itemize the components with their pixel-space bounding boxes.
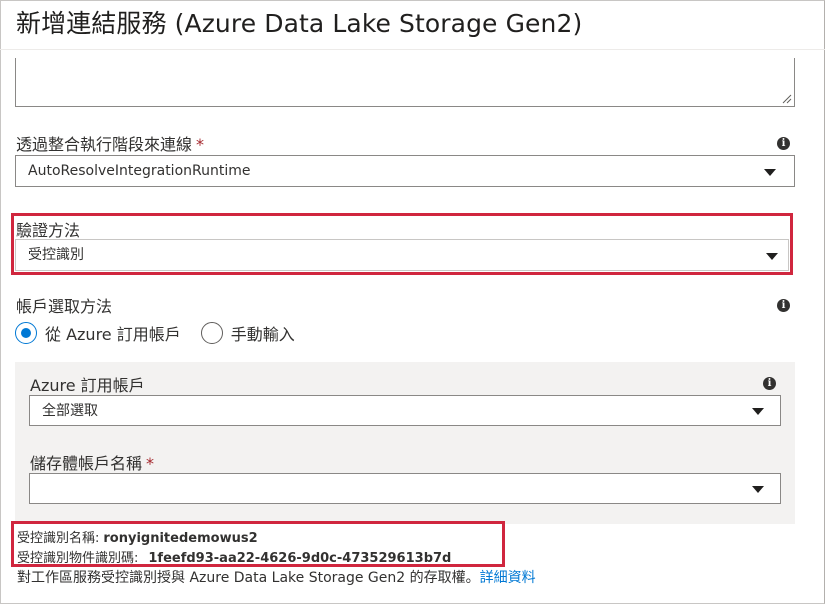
title-divider (0, 49, 825, 50)
runtime-dropdown[interactable]: AutoResolveIntegrationRuntime (15, 155, 795, 187)
page-title: 新增連結服務 (Azure Data Lake Storage Gen2) (16, 9, 583, 38)
account-selection-radio-group: 從 Azure 訂用帳戶 手動輸入 (15, 320, 315, 346)
runtime-label: 透過整合執行階段來連線 * (16, 131, 204, 155)
required-mark: * (196, 135, 205, 154)
info-icon[interactable]: i (763, 377, 776, 390)
chevron-down-icon (752, 408, 764, 415)
radio-from-subscription-label[interactable]: 從 Azure 訂用帳戶 (45, 321, 181, 345)
info-icon[interactable]: i (777, 137, 790, 150)
radio-manual-entry[interactable] (200, 322, 223, 344)
required-mark: * (146, 454, 155, 473)
radio-manual-entry-label[interactable]: 手動輸入 (231, 321, 295, 345)
chevron-down-icon (764, 169, 776, 176)
runtime-label-text: 透過整合執行階段來連線 (16, 135, 193, 154)
subscription-value: 全部選取 (42, 403, 98, 419)
footer-text: 對工作區服務受控識別授與 Azure Data Lake Storage Gen… (17, 570, 480, 586)
info-icon[interactable]: i (777, 299, 790, 312)
storage-account-label: 儲存體帳戶名稱 * (30, 450, 154, 474)
runtime-value: AutoResolveIntegrationRuntime (28, 163, 251, 179)
managed-identity-highlight-box (11, 521, 505, 567)
learn-more-link[interactable]: 詳細資料 (480, 570, 536, 586)
subscription-label: Azure 訂用帳戶 (30, 376, 145, 395)
radio-from-subscription[interactable] (15, 322, 37, 344)
footer-note: 對工作區服務受控識別授與 Azure Data Lake Storage Gen… (17, 567, 536, 587)
account-selection-label: 帳戶選取方法 (16, 297, 113, 316)
chevron-down-icon (752, 486, 764, 493)
resize-grip-icon[interactable] (780, 92, 792, 104)
auth-highlight-box (11, 213, 793, 275)
storage-account-label-text: 儲存體帳戶名稱 (30, 454, 143, 473)
storage-account-dropdown[interactable] (29, 473, 781, 504)
subscription-dropdown[interactable]: 全部選取 (29, 395, 781, 426)
description-textarea[interactable] (15, 58, 795, 107)
